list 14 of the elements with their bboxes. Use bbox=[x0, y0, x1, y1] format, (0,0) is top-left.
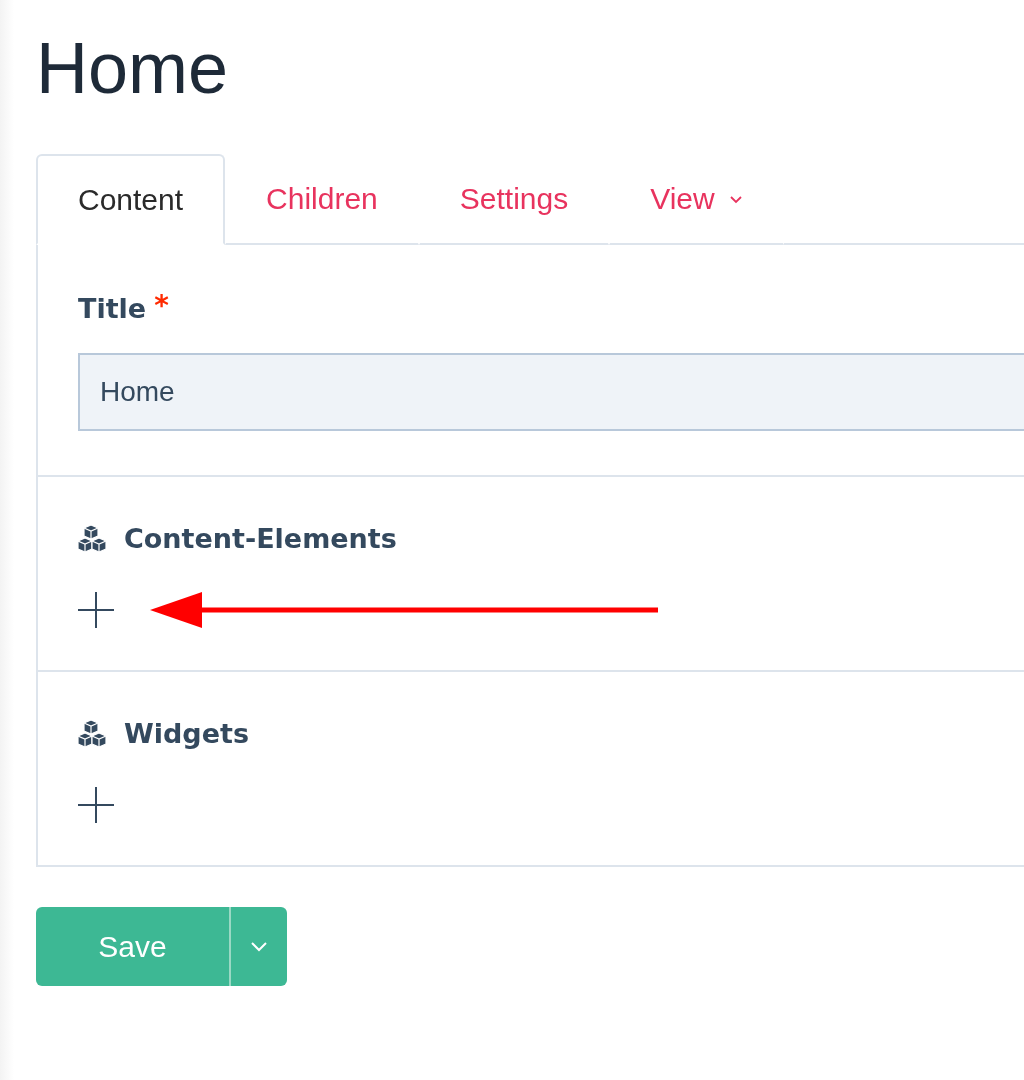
tab[interactable]: Content bbox=[36, 154, 226, 245]
tab[interactable]: Settings bbox=[418, 154, 610, 245]
page-title: Home bbox=[36, 27, 230, 110]
section-title: Content-Elements bbox=[124, 523, 397, 554]
tab[interactable]: Children bbox=[225, 154, 419, 245]
title-input[interactable]: Home bbox=[78, 353, 1024, 431]
add-icon[interactable] bbox=[78, 787, 114, 823]
section-title: Widgets bbox=[124, 718, 249, 749]
add-icon[interactable] bbox=[78, 592, 114, 628]
caret-icon bbox=[250, 941, 268, 952]
save-button[interactable]: Save bbox=[36, 907, 231, 986]
required-mark: * bbox=[154, 291, 169, 321]
field-label: Title bbox=[78, 292, 147, 326]
tab[interactable]: View bbox=[609, 154, 784, 245]
